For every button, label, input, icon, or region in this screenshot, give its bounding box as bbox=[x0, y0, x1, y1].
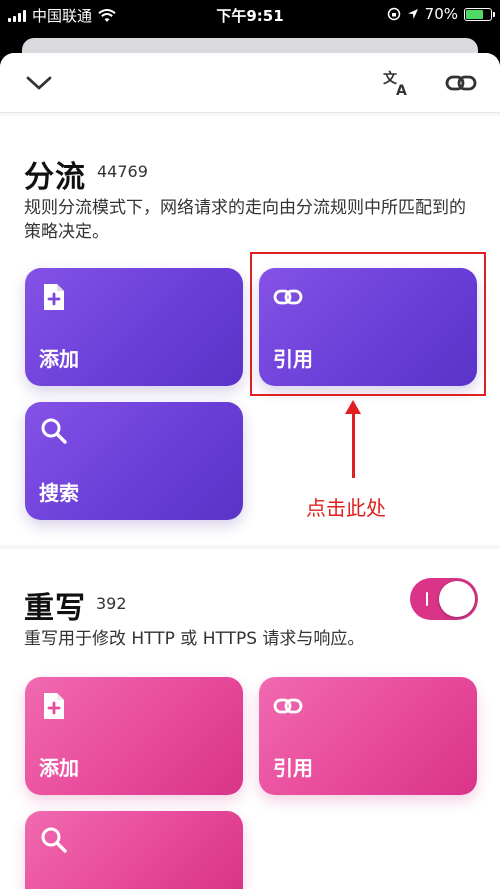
orientation-lock-icon bbox=[387, 7, 400, 21]
rewrite-toggle[interactable] bbox=[410, 578, 478, 620]
annotation-arrow bbox=[352, 410, 355, 478]
translate-button[interactable]: 文 A bbox=[378, 65, 414, 101]
routing-title: 分流 bbox=[24, 160, 86, 195]
routing-description: 规则分流模式下，网络请求的走向由分流规则中所匹配到的策略决定。 bbox=[24, 198, 466, 242]
chevron-down-icon bbox=[26, 76, 52, 90]
rewrite-count: 392 bbox=[96, 594, 127, 613]
highlight-box bbox=[250, 252, 486, 396]
toggle-knob bbox=[439, 581, 475, 617]
status-bar: 中国联通 下午9:51 70% bbox=[0, 0, 500, 30]
search-icon bbox=[41, 418, 67, 444]
collapse-button[interactable] bbox=[21, 65, 57, 101]
file-add-icon bbox=[44, 284, 64, 310]
rewrite-description: 重写用于修改 HTTP 或 HTTPS 请求与响应。 bbox=[24, 629, 365, 649]
status-right: 70% bbox=[387, 5, 495, 23]
rewrite-add-label: 添加 bbox=[39, 756, 79, 780]
svg-text:A: A bbox=[396, 83, 407, 97]
link-icon bbox=[445, 75, 477, 91]
battery-icon bbox=[464, 7, 495, 21]
routing-search-label: 搜索 bbox=[39, 481, 79, 505]
search-icon bbox=[41, 827, 67, 853]
annotation-text: 点击此处 bbox=[306, 496, 386, 520]
link-button[interactable] bbox=[443, 65, 479, 101]
routing-add-tile[interactable]: 添加 bbox=[25, 268, 243, 386]
location-icon bbox=[407, 9, 418, 19]
rewrite-title: 重写 bbox=[24, 591, 86, 626]
rewrite-reference-label: 引用 bbox=[273, 756, 313, 780]
rewrite-search-tile[interactable] bbox=[25, 811, 243, 889]
file-add-icon bbox=[44, 693, 64, 719]
battery-percent: 70% bbox=[424, 5, 458, 23]
routing-add-label: 添加 bbox=[39, 347, 79, 371]
routing-count: 44769 bbox=[97, 162, 148, 181]
rewrite-section: 重写 392 重写用于修改 HTTP 或 HTTPS 请求与响应。 添加 引用 bbox=[0, 549, 500, 889]
link-icon bbox=[273, 698, 303, 714]
rewrite-reference-tile[interactable]: 引用 bbox=[259, 677, 477, 795]
nav-bar: 文 A bbox=[0, 53, 500, 113]
routing-search-tile[interactable]: 搜索 bbox=[25, 402, 243, 520]
translate-icon: 文 A bbox=[383, 70, 407, 97]
rewrite-add-tile[interactable]: 添加 bbox=[25, 677, 243, 795]
